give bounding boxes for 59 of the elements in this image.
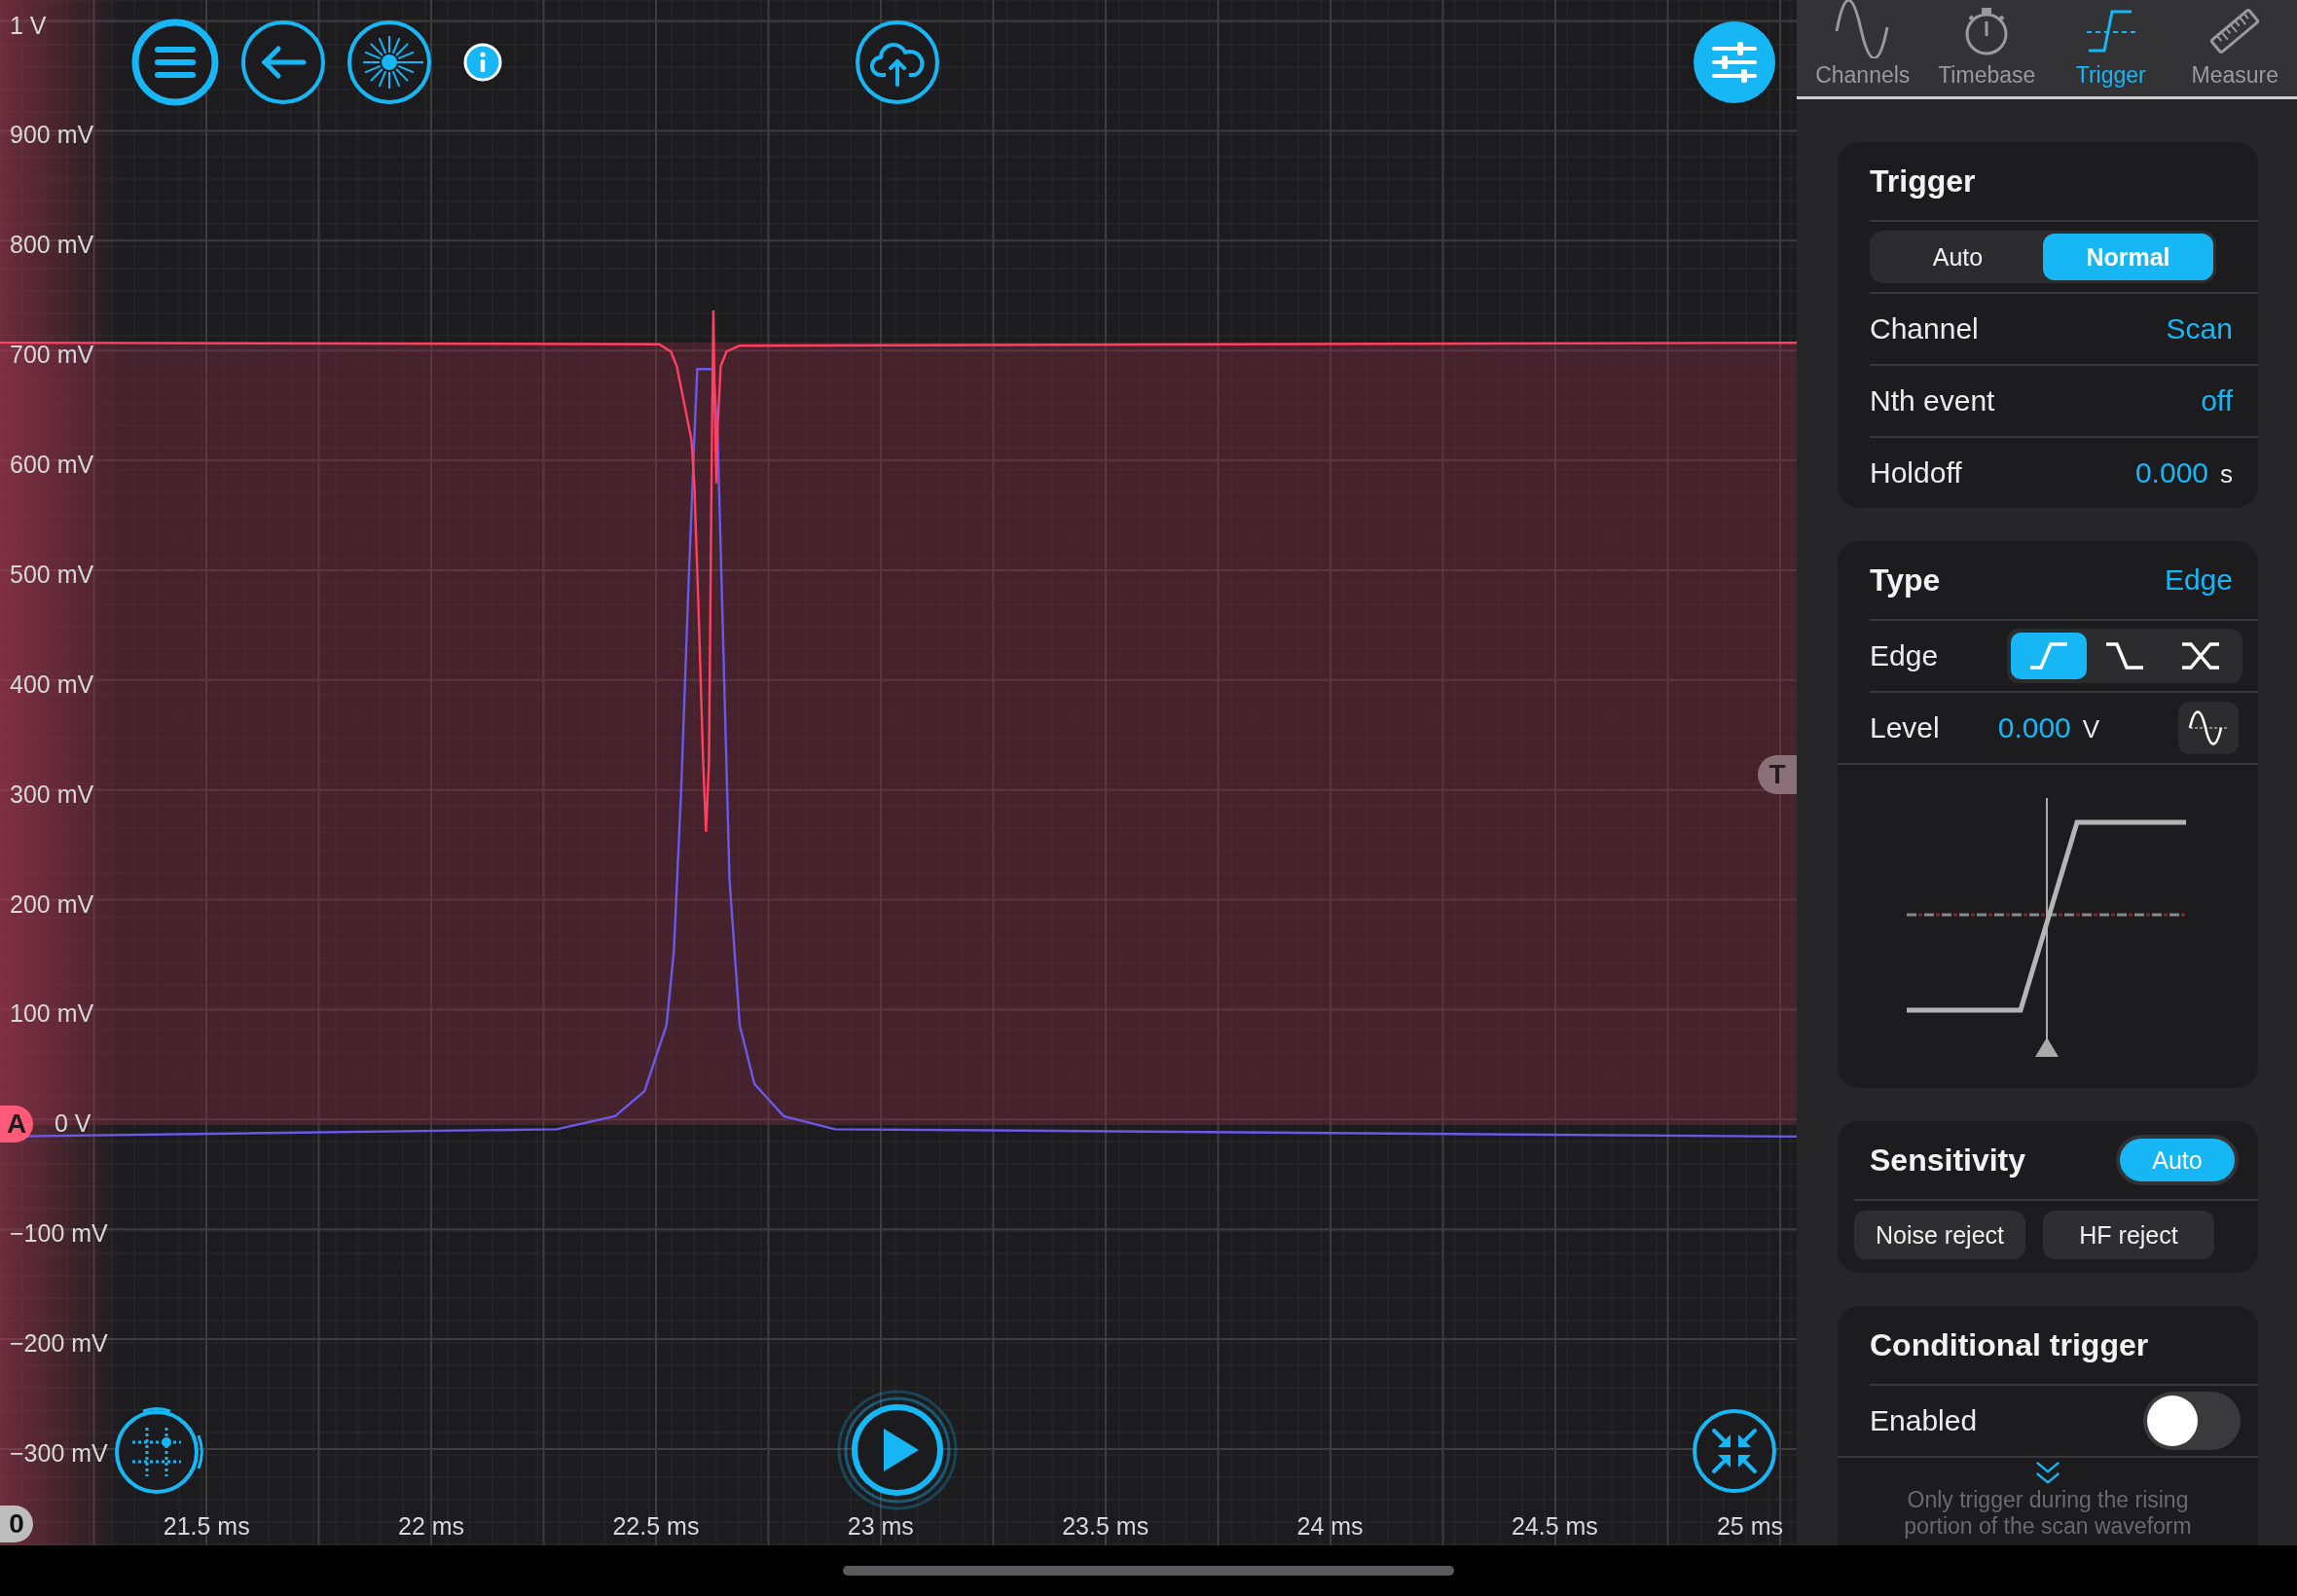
axis-label: 0 V [55, 1108, 91, 1138]
card-title: Trigger [1870, 163, 1976, 200]
axis-label: 22 ms [398, 1511, 465, 1541]
type-value[interactable]: Edge [2164, 563, 2233, 597]
axis-label: 500 mV [10, 560, 94, 589]
axis-label: 21.5 ms [163, 1511, 250, 1541]
axis-label: 400 mV [10, 670, 94, 699]
axis-label: 900 mV [10, 120, 94, 149]
filter-button[interactable]: HF reject [2043, 1211, 2214, 1259]
setting-label: Holdoff [1870, 456, 1962, 490]
axis-label: −300 mV [10, 1438, 108, 1468]
level-value[interactable]: 0.000 [1997, 711, 2071, 744]
unit-label: V [2082, 714, 2100, 744]
setting-value[interactable]: Scan [2166, 312, 2233, 345]
channel-marker[interactable]: A [0, 1106, 33, 1143]
help-text: Only trigger during the rising portion of the scan waveform [1903, 1487, 2193, 1540]
setting-label: Nth event [1870, 384, 1995, 417]
info-icon[interactable] [463, 43, 502, 82]
axis-label: 700 mV [10, 340, 94, 369]
axis-label: −100 mV [10, 1218, 108, 1248]
card-title: Sensitivity [1870, 1142, 2026, 1179]
axis-label: 25 ms [1716, 1511, 1784, 1541]
tab[interactable]: Trigger [2049, 0, 2173, 96]
axis-label: 600 mV [10, 450, 94, 479]
axis-label: 23 ms [847, 1511, 914, 1541]
axis-label: 24.5 ms [1511, 1511, 1598, 1541]
tab[interactable]: Timebase [1924, 0, 2049, 96]
axis-label: 22.5 ms [612, 1511, 700, 1541]
axis-label: 1 V [10, 11, 47, 40]
axis-label: 100 mV [10, 998, 94, 1028]
compress-icon[interactable] [1691, 1407, 1778, 1495]
waveform-button-icon[interactable] [2178, 702, 2239, 754]
play-icon[interactable] [837, 1390, 958, 1510]
tab[interactable]: Measure [2172, 0, 2297, 96]
axis-label: −200 mV [10, 1328, 108, 1358]
edge-option-button[interactable] [2011, 633, 2087, 679]
card-title: Type [1870, 562, 1941, 598]
level-marker[interactable]: T [1758, 755, 1797, 794]
ground-marker[interactable]: 0 [0, 1505, 33, 1542]
axis-label: 300 mV [10, 780, 94, 809]
unit-label: s [2220, 459, 2233, 490]
sliders-icon[interactable] [1693, 20, 1776, 104]
setting-value[interactable]: 0.000 [2134, 456, 2208, 490]
tab[interactable]: Channels [1801, 0, 1925, 96]
setting-label: Level [1870, 711, 1940, 744]
setting-label: Enabled [1870, 1404, 1978, 1437]
cloud-upload-icon[interactable] [854, 18, 941, 106]
setting-value[interactable]: off [2201, 384, 2233, 417]
axis-label: 23.5 ms [1062, 1511, 1149, 1541]
setting-label: Channel [1870, 312, 1979, 345]
axis-label: 200 mV [10, 889, 94, 919]
menu-icon[interactable] [131, 18, 219, 106]
axis-label: 800 mV [10, 230, 94, 259]
starburst-icon[interactable] [346, 18, 433, 106]
card-title: Conditional trigger [1870, 1326, 2149, 1363]
mode-option[interactable]: Auto [1873, 234, 2043, 280]
axis-label: 24 ms [1296, 1511, 1364, 1541]
filter-button[interactable]: Noise reject [1854, 1211, 2025, 1259]
setting-label: Edge [1870, 639, 1939, 672]
